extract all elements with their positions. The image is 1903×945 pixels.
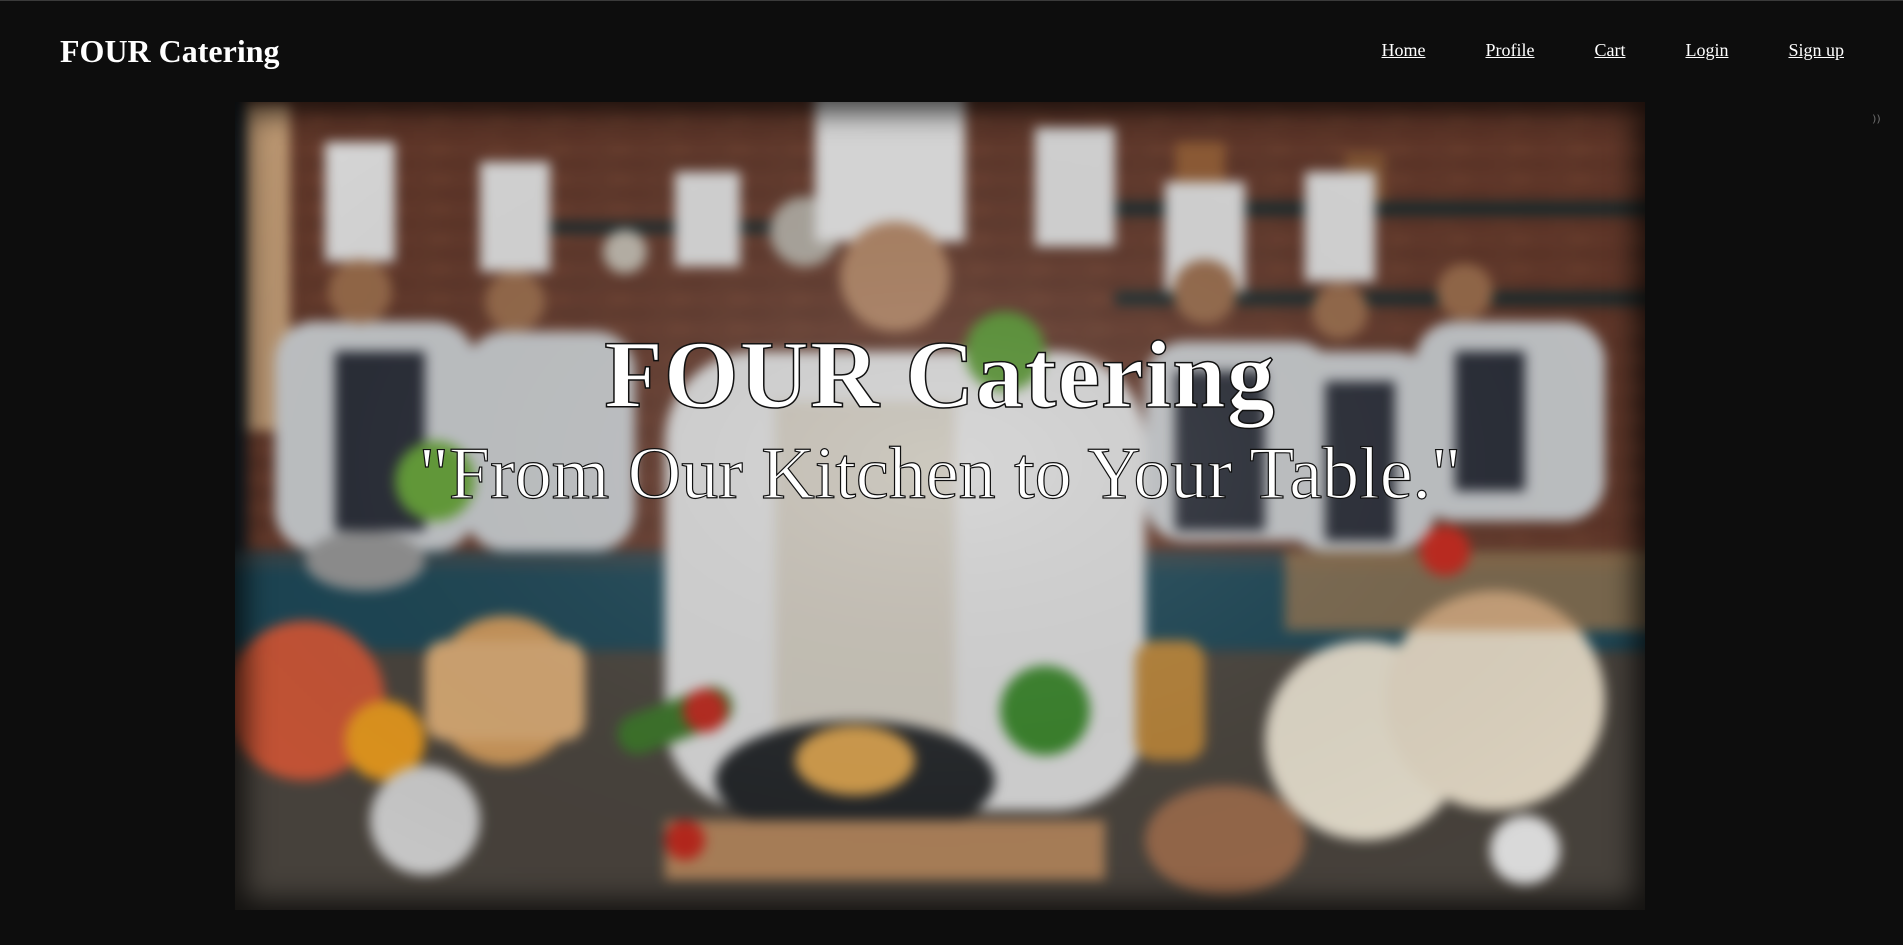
nav-signup-link[interactable]: Sign up (1788, 40, 1844, 61)
hero-banner: FOUR Catering "From Our Kitchen to Your … (235, 102, 1645, 910)
hero-title: FOUR Catering (603, 320, 1276, 429)
site-header: FOUR Catering Home Profile Cart Login Si… (0, 0, 1903, 102)
nav-cart-link[interactable]: Cart (1594, 40, 1625, 61)
hero-tagline: "From Our Kitchen to Your Table." (418, 432, 1462, 515)
speaker-icon: ⁾⁾ (1872, 112, 1881, 133)
nav-profile-link[interactable]: Profile (1485, 40, 1534, 61)
brand-logo-text[interactable]: FOUR Catering (60, 33, 280, 70)
nav-login-link[interactable]: Login (1685, 40, 1728, 61)
nav-home-link[interactable]: Home (1381, 40, 1425, 61)
main-nav: Home Profile Cart Login Sign up (1381, 40, 1844, 61)
